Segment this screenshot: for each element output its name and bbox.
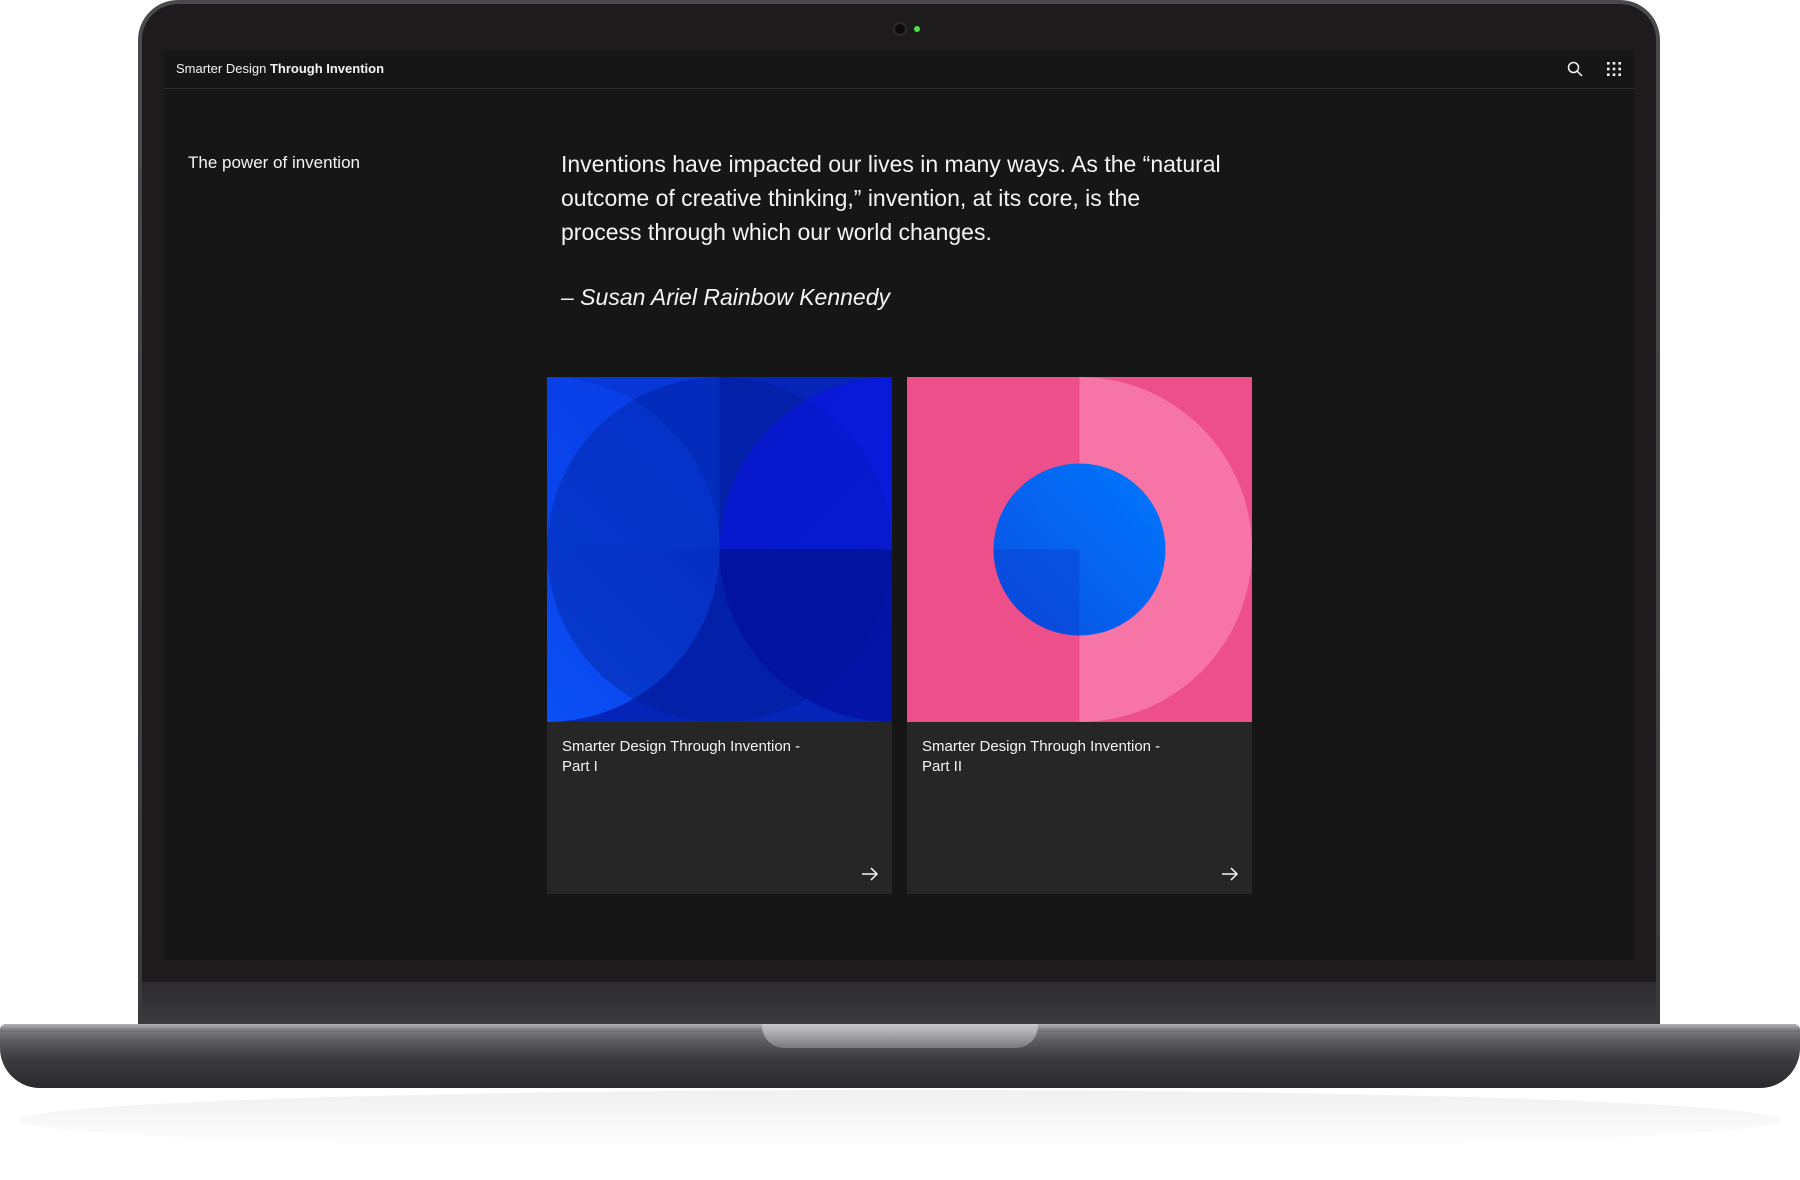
laptop-chin — [142, 982, 1656, 1024]
app-title[interactable]: Smarter Design Through Invention — [176, 61, 384, 76]
screen: Smarter Design Through Invention The pow… — [164, 50, 1634, 960]
arrow-right-icon[interactable] — [860, 864, 880, 884]
quote-author: – Susan Ariel Rainbow Kennedy — [561, 284, 891, 310]
search-button[interactable] — [1556, 50, 1594, 88]
arrow-right-icon[interactable] — [1220, 864, 1240, 884]
app-title-bold: Through Invention — [269, 61, 385, 76]
quote-text: Inventions have impacted our lives in ma… — [561, 151, 1221, 245]
search-icon — [1567, 61, 1583, 77]
laptop-shadow — [20, 1090, 1780, 1150]
app-switcher-button[interactable] — [1595, 50, 1633, 88]
pink-blue-circle-artwork — [907, 377, 1252, 722]
app-title-regular: Smarter Design — [176, 61, 267, 76]
camera-icon — [895, 24, 905, 34]
laptop-mockup: Smarter Design Through Invention The pow… — [0, 0, 1800, 1180]
app-switcher-icon — [1607, 62, 1621, 76]
article-card-part-2[interactable]: Smarter Design Through Invention - Part … — [907, 377, 1252, 894]
card-title: Smarter Design Through Invention - Part … — [562, 738, 801, 775]
laptop-notch — [762, 1024, 1038, 1048]
article-card-part-1[interactable]: Smarter Design Through Invention - Part … — [547, 377, 892, 894]
card-title: Smarter Design Through Invention - Part … — [922, 738, 1161, 775]
header-bar: Smarter Design Through Invention — [164, 50, 1634, 89]
blue-circles-artwork — [547, 377, 892, 722]
camera-led — [914, 26, 920, 32]
section-label: The power of invention — [188, 153, 360, 172]
